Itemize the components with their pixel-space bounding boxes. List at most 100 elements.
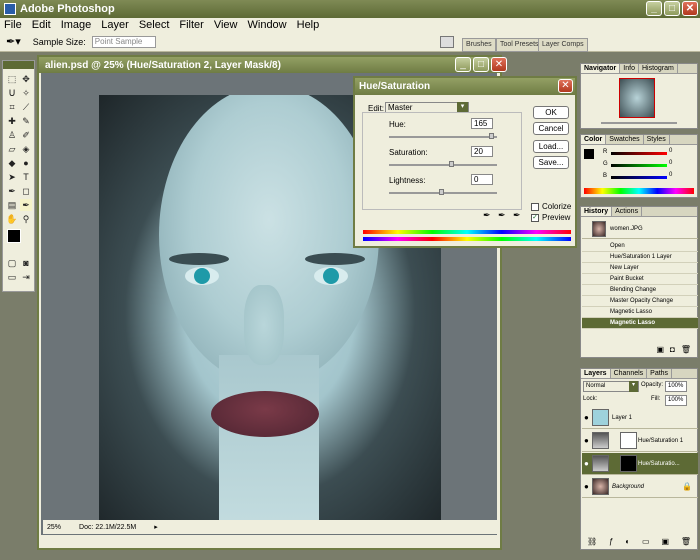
eye-icon[interactable]: ●	[584, 476, 589, 498]
eyedropper-plus-icon[interactable]: ✒	[498, 210, 506, 221]
zoom-level[interactable]: 25%	[47, 524, 61, 531]
healing-brush-tool-icon[interactable]: ✚	[6, 115, 18, 127]
preview-checkbox[interactable]: ✓	[531, 214, 539, 222]
trash-icon[interactable]: 🗑	[681, 345, 691, 357]
fill-input[interactable]: 100%	[665, 395, 687, 406]
eye-icon[interactable]: ●	[584, 407, 589, 429]
eyedropper-icon[interactable]: ✒▾	[6, 35, 21, 48]
saturation-input[interactable]: 20	[471, 146, 493, 157]
color-ramp[interactable]	[584, 188, 694, 194]
standard-mode-icon[interactable]: ▢	[6, 257, 18, 269]
hue-slider-track[interactable]	[389, 136, 497, 138]
hue-input[interactable]: 165	[471, 118, 493, 129]
eraser-tool-icon[interactable]: ▱	[6, 143, 18, 155]
menu-image[interactable]: Image	[61, 19, 92, 31]
tab-color[interactable]: Color	[581, 135, 607, 144]
lasso-tool-icon[interactable]: ᑌ	[6, 87, 18, 99]
file-browser-icon[interactable]	[440, 36, 454, 48]
layer-row[interactable]: ● Background 🔒	[582, 476, 698, 498]
tab-layers[interactable]: Layers	[581, 369, 611, 378]
channel-r-slider[interactable]	[611, 152, 667, 155]
channel-g-slider[interactable]	[611, 164, 667, 167]
jump-to-imageready-icon[interactable]: ⇥	[20, 271, 32, 283]
status-arrow-icon[interactable]: ▸	[154, 523, 158, 531]
colorize-checkbox[interactable]	[531, 203, 539, 211]
lightness-input[interactable]: 0	[471, 174, 493, 185]
load-button[interactable]: Load...	[533, 140, 569, 153]
close-button[interactable]: ✕	[682, 1, 698, 16]
menu-view[interactable]: View	[214, 19, 238, 31]
quick-mask-mode-icon[interactable]: ◙	[20, 257, 32, 269]
eyedropper-minus-icon[interactable]: ✒	[513, 210, 521, 221]
eye-icon[interactable]: ●	[584, 430, 589, 452]
crop-tool-icon[interactable]: ⌗	[6, 101, 18, 113]
screen-mode-icon[interactable]: ▭	[6, 271, 18, 283]
notes-tool-icon[interactable]: ▤	[6, 199, 18, 211]
hue-slider-knob[interactable]	[489, 133, 494, 139]
eye-icon[interactable]: ●	[584, 453, 589, 475]
link-icon[interactable]: ⛓	[587, 537, 597, 549]
menu-file[interactable]: File	[4, 19, 22, 31]
sample-size-select[interactable]: Point Sample	[91, 35, 156, 48]
history-item-selected[interactable]: Magnetic Lasso	[582, 318, 698, 329]
clone-stamp-tool-icon[interactable]: ♙	[6, 129, 18, 141]
channel-b-value[interactable]: 0	[669, 172, 672, 178]
doc-close-button[interactable]: ✕	[491, 57, 507, 72]
trash-icon[interactable]: 🗑	[681, 537, 691, 549]
menu-filter[interactable]: Filter	[179, 19, 203, 31]
ok-button[interactable]: OK	[533, 106, 569, 119]
layer-style-icon[interactable]: ƒ	[609, 537, 613, 549]
path-selection-tool-icon[interactable]: ➤	[6, 171, 18, 183]
layer-row-selected[interactable]: ● Hue/Saturatio...	[582, 453, 698, 475]
tab-history[interactable]: History	[581, 207, 613, 216]
marquee-tool-icon[interactable]: ⬚	[6, 73, 18, 85]
document-size[interactable]: Doc: 22.1M/22.5M	[79, 524, 136, 531]
save-button[interactable]: Save...	[533, 156, 569, 169]
dialog-close-icon[interactable]: ✕	[558, 79, 573, 93]
cancel-button[interactable]: Cancel	[533, 122, 569, 135]
tab-channels[interactable]: Channels	[611, 369, 648, 378]
new-group-icon[interactable]: ▭	[642, 537, 650, 549]
tab-info[interactable]: Info	[620, 64, 639, 73]
add-mask-icon[interactable]: ◐	[625, 537, 630, 549]
eyedropper-icon[interactable]: ✒	[483, 210, 491, 221]
palette-well-brushes[interactable]: Brushes	[462, 38, 496, 52]
tab-styles[interactable]: Styles	[644, 135, 670, 144]
menu-layer[interactable]: Layer	[101, 19, 129, 31]
history-item[interactable]: Open	[582, 241, 698, 252]
menu-select[interactable]: Select	[139, 19, 170, 31]
brush-tool-icon[interactable]: ✎	[20, 115, 32, 127]
eyedropper-tool-icon[interactable]: ✒	[20, 199, 32, 211]
type-tool-icon[interactable]: T	[20, 171, 32, 183]
history-item[interactable]: Blending Change	[582, 285, 698, 296]
menu-window[interactable]: Window	[248, 19, 287, 31]
layer-row[interactable]: ● Hue/Saturation 1	[582, 430, 698, 452]
dodge-tool-icon[interactable]: ●	[20, 157, 32, 169]
foreground-color-swatch[interactable]	[7, 229, 21, 243]
maximize-button[interactable]: □	[664, 1, 680, 16]
history-item[interactable]: New Layer	[582, 263, 698, 274]
saturation-slider-track[interactable]	[389, 164, 497, 166]
foreground-color-swatch[interactable]	[584, 149, 594, 159]
doc-maximize-button[interactable]: □	[473, 57, 489, 72]
palette-well-layer-comps[interactable]: Layer Comps	[538, 38, 588, 52]
navigator-zoom-slider[interactable]	[601, 122, 677, 124]
blend-mode-select[interactable]: Normal ▾	[583, 381, 639, 392]
pen-tool-icon[interactable]: ✒	[6, 185, 18, 197]
history-item[interactable]: Paint Bucket	[582, 274, 698, 285]
new-document-icon[interactable]: ▣	[656, 345, 664, 357]
tab-paths[interactable]: Paths	[647, 369, 673, 378]
opacity-input[interactable]: 100%	[665, 381, 687, 392]
camera-icon[interactable]: ◘	[670, 345, 675, 357]
shape-tool-icon[interactable]: ◻	[20, 185, 32, 197]
channel-g-value[interactable]: 0	[669, 160, 672, 166]
hand-tool-icon[interactable]: ✋	[6, 213, 18, 225]
channel-r-value[interactable]: 0	[669, 148, 672, 154]
palette-well-tool-presets[interactable]: Tool Presets	[496, 38, 543, 52]
lightness-slider-knob[interactable]	[439, 189, 444, 195]
menu-edit[interactable]: Edit	[32, 19, 51, 31]
history-snapshot[interactable]: women.JPG	[582, 219, 698, 239]
tab-actions[interactable]: Actions	[612, 207, 643, 216]
paint-bucket-tool-icon[interactable]: ◈	[20, 143, 32, 155]
blur-tool-icon[interactable]: ◆	[6, 157, 18, 169]
